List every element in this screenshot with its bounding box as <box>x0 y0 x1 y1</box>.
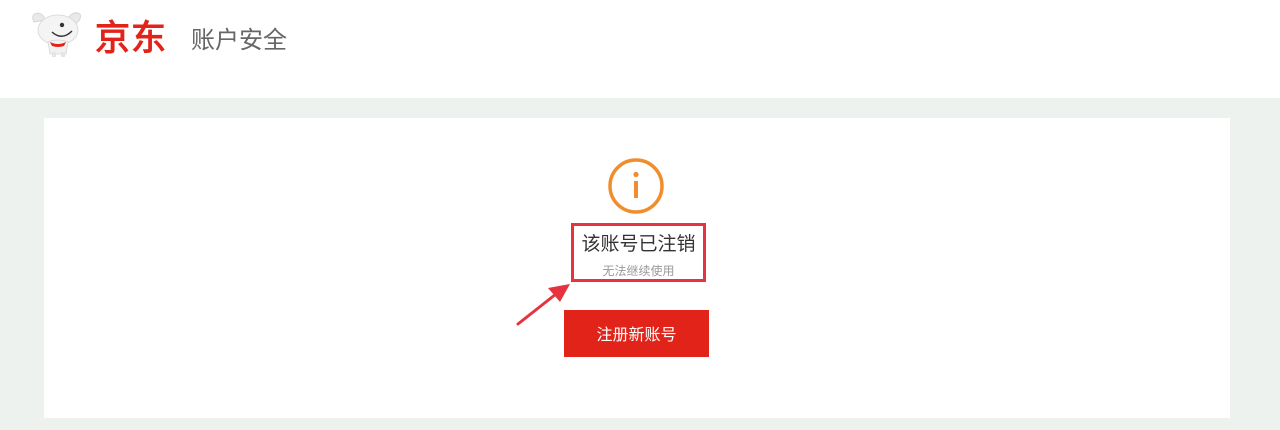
page-header: 京东 账户安全 <box>0 0 1280 98</box>
page-title: 账户安全 <box>191 26 287 54</box>
register-new-account-button[interactable]: 注册新账号 <box>564 310 709 357</box>
jd-logo-text[interactable]: 京东 <box>95 19 167 59</box>
account-status-title: 该账号已注销 <box>581 233 696 255</box>
annotation-arrow-icon <box>516 284 570 326</box>
info-icon <box>608 158 664 214</box>
account-status-subtitle: 无法继续使用 <box>602 264 675 278</box>
jd-dog-mascot-icon[interactable] <box>28 8 92 58</box>
